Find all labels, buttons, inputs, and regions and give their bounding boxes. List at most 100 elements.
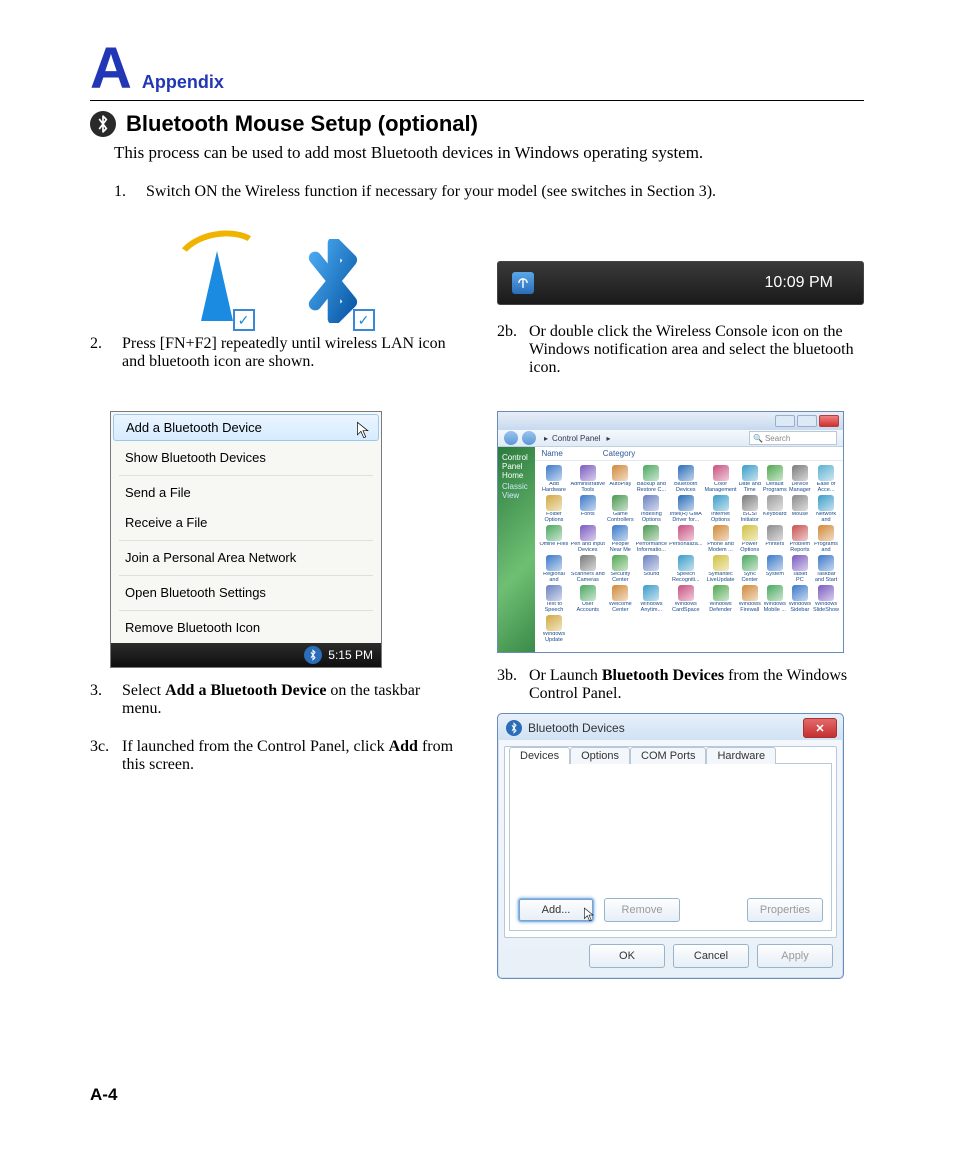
nav-back-button[interactable]	[504, 431, 518, 445]
control-panel-item[interactable]: Personaliza...	[669, 525, 702, 553]
control-panel-item[interactable]: Device Manager	[789, 465, 811, 493]
breadcrumb[interactable]: Control Panel	[552, 434, 600, 443]
control-panel-item[interactable]: Folder Options	[539, 495, 568, 523]
control-panel-item[interactable]: Printers	[763, 525, 787, 553]
control-panel-item[interactable]: Sync Center	[739, 555, 761, 583]
control-panel-item[interactable]: Pen and Input Devices	[570, 525, 605, 553]
menu-item-send-file[interactable]: Send a File	[111, 478, 381, 508]
control-panel-item[interactable]: Add Hardware	[539, 465, 568, 493]
control-panel-item[interactable]: People Near Me	[607, 525, 634, 553]
menu-item-receive-file[interactable]: Receive a File	[111, 508, 381, 538]
control-panel-item[interactable]: Windows Anytim...	[636, 585, 668, 613]
control-panel-item-label: Text to Speech	[539, 602, 568, 612]
control-panel-item[interactable]: Sound	[636, 555, 668, 583]
control-panel-item[interactable]: Default Programs	[763, 465, 787, 493]
wireless-console-tray-icon[interactable]	[512, 272, 534, 294]
control-panel-item[interactable]: Network and Sharing Ce...	[813, 495, 839, 523]
control-panel-item[interactable]: Performance Informatio...	[636, 525, 668, 553]
bluetooth-tray-icon[interactable]	[304, 646, 322, 664]
control-panel-item-label: Default Programs	[763, 482, 787, 492]
control-panel-item[interactable]: Game Controllers	[607, 495, 634, 523]
menu-item-show-bluetooth-devices[interactable]: Show Bluetooth Devices	[111, 443, 381, 473]
nav-forward-button[interactable]	[522, 431, 536, 445]
remove-button[interactable]: Remove	[604, 898, 680, 922]
control-panel-item[interactable]: Fonts	[570, 495, 605, 523]
apply-button[interactable]: Apply	[757, 944, 833, 968]
close-button[interactable]: ✕	[803, 718, 837, 738]
control-panel-item-icon	[713, 465, 729, 481]
control-panel-item[interactable]: Problem Reports a...	[789, 525, 811, 553]
control-panel-item[interactable]: Color Management	[704, 465, 736, 493]
control-panel-item[interactable]: Date and Time	[739, 465, 761, 493]
control-panel-item[interactable]: Administrative Tools	[570, 465, 605, 493]
control-panel-item[interactable]: Ease of Acce...	[813, 465, 839, 493]
control-panel-item-label: Windows Firewall	[739, 602, 761, 612]
control-panel-item-icon	[580, 555, 596, 571]
control-panel-item[interactable]: System	[763, 555, 787, 583]
control-panel-item-icon	[767, 525, 783, 541]
control-panel-item[interactable]: iSCSI Initiator	[739, 495, 761, 523]
control-panel-item[interactable]: Programs and Features	[813, 525, 839, 553]
sidebar-link-classic-view[interactable]: Classic View	[502, 482, 531, 500]
control-panel-item[interactable]: Windows CardSpace	[669, 585, 702, 613]
control-panel-item-icon	[612, 465, 628, 481]
add-button[interactable]: Add...	[518, 898, 594, 922]
control-panel-window: ▸ Control Panel ▸ 🔍Search Control Panel …	[497, 411, 844, 653]
control-panel-item[interactable]: Mouse	[789, 495, 811, 523]
cancel-button[interactable]: Cancel	[673, 944, 749, 968]
control-panel-item[interactable]: Tablet PC Settings	[789, 555, 811, 583]
control-panel-item[interactable]: Indexing Options	[636, 495, 668, 523]
tab-hardware[interactable]: Hardware	[706, 747, 776, 764]
ok-button[interactable]: OK	[589, 944, 665, 968]
menu-item-remove-icon[interactable]: Remove Bluetooth Icon	[111, 613, 381, 643]
control-panel-item[interactable]: Taskbar and Start Menu	[813, 555, 839, 583]
sidebar-heading: Control Panel Home	[502, 453, 531, 480]
menu-item-open-settings[interactable]: Open Bluetooth Settings	[111, 578, 381, 608]
control-panel-item-icon	[818, 465, 834, 481]
control-panel-item[interactable]: Backup and Restore C...	[636, 465, 668, 493]
control-panel-item[interactable]: Windows SlideShow	[813, 585, 839, 613]
tab-com-ports[interactable]: COM Ports	[630, 747, 706, 764]
control-panel-item[interactable]: Symantec LiveUpdate	[704, 555, 736, 583]
close-button[interactable]	[819, 415, 839, 427]
column-header-category[interactable]: Category	[603, 449, 635, 458]
page-number: A-4	[90, 1085, 117, 1105]
control-panel-item-label: Sound	[643, 572, 659, 578]
bluetooth-context-menu: Add a Bluetooth Device Show Bluetooth De…	[110, 411, 382, 668]
control-panel-item[interactable]: Speech Recogniti...	[669, 555, 702, 583]
control-panel-item[interactable]: Intel(R) GMA Driver for...	[669, 495, 702, 523]
control-panel-item[interactable]: Regional and Language...	[539, 555, 568, 583]
menu-item-add-bluetooth-device[interactable]: Add a Bluetooth Device	[113, 414, 379, 441]
control-panel-item-label: User Accounts	[570, 602, 605, 612]
control-panel-item[interactable]: Scanners and Cameras	[570, 555, 605, 583]
control-panel-item[interactable]: Text to Speech	[539, 585, 568, 613]
control-panel-item[interactable]: Offline Files	[539, 525, 568, 553]
control-panel-item[interactable]: Keyboard	[763, 495, 787, 523]
search-input[interactable]: 🔍Search	[749, 431, 837, 445]
control-panel-item[interactable]: Phone and Modem ...	[704, 525, 736, 553]
control-panel-item-icon	[792, 495, 808, 511]
section-intro: This process can be used to add most Blu…	[114, 143, 864, 163]
control-panel-item[interactable]: Bluetooth Devices	[669, 465, 702, 493]
maximize-button[interactable]	[797, 415, 817, 427]
tab-devices[interactable]: Devices	[509, 747, 570, 764]
minimize-button[interactable]	[775, 415, 795, 427]
control-panel-item[interactable]: Windows Defender	[704, 585, 736, 613]
control-panel-item[interactable]: Windows Sidebar ...	[789, 585, 811, 613]
step-number: 2.	[90, 335, 114, 371]
bluetooth-checkbox-icon: ✓	[353, 309, 375, 331]
properties-button[interactable]: Properties	[747, 898, 823, 922]
control-panel-item[interactable]: AutoPlay	[607, 465, 634, 493]
control-panel-item[interactable]: Internet Options	[704, 495, 736, 523]
control-panel-item[interactable]: Windows Firewall	[739, 585, 761, 613]
menu-item-join-pan[interactable]: Join a Personal Area Network	[111, 543, 381, 573]
tab-options[interactable]: Options	[570, 747, 630, 764]
control-panel-item[interactable]: Windows Update	[539, 615, 568, 643]
control-panel-item[interactable]: Welcome Center	[607, 585, 634, 613]
control-panel-item[interactable]: Power Options	[739, 525, 761, 553]
control-panel-item[interactable]: User Accounts	[570, 585, 605, 613]
control-panel-item-label: System	[766, 572, 784, 578]
control-panel-item[interactable]: Windows Mobile ...	[763, 585, 787, 613]
column-header-name[interactable]: Name	[541, 449, 562, 458]
control-panel-item[interactable]: Security Center	[607, 555, 634, 583]
